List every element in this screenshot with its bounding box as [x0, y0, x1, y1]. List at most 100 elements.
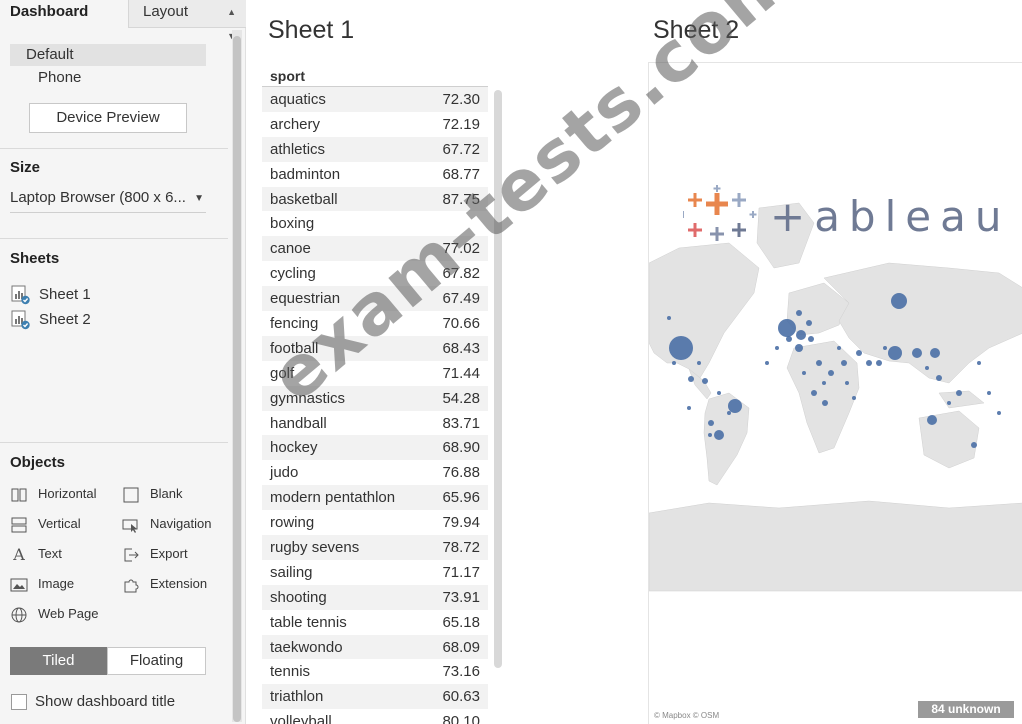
map-marker[interactable] [977, 361, 981, 365]
map-marker[interactable] [822, 381, 826, 385]
object-extension[interactable]: Extension [122, 575, 207, 594]
map-marker[interactable] [876, 360, 882, 366]
tiled-button[interactable]: Tiled [10, 647, 107, 675]
map-marker[interactable] [891, 293, 907, 309]
table-row[interactable]: athletics 67.72 [262, 136, 488, 162]
cell-sport: hockey [270, 439, 318, 457]
map-marker[interactable] [796, 310, 802, 316]
table-row[interactable]: archery 72.19 [262, 112, 488, 137]
map-marker[interactable] [795, 344, 803, 352]
device-default[interactable]: Default [10, 44, 206, 66]
map-marker[interactable] [845, 381, 849, 385]
map-marker[interactable] [672, 361, 676, 365]
map-marker[interactable] [822, 400, 828, 406]
size-selected: Laptop Browser (800 x 6... [10, 189, 186, 206]
chevron-down-icon: ▼ [194, 193, 204, 204]
map-marker[interactable] [765, 361, 769, 365]
sheet-item-1[interactable]: Sheet 1 [11, 285, 91, 307]
object-export[interactable]: Export [122, 545, 188, 564]
map-marker[interactable] [786, 336, 792, 342]
map-marker[interactable] [708, 433, 712, 437]
table-row[interactable]: sailing 71.17 [262, 560, 488, 585]
map-marker[interactable] [778, 319, 796, 337]
map-marker[interactable] [912, 348, 922, 358]
object-navigation[interactable]: Navigation [122, 515, 211, 534]
map-marker[interactable] [727, 411, 731, 415]
object-blank[interactable]: Blank [122, 485, 183, 504]
object-horizontal[interactable]: Horizontal [10, 485, 97, 504]
map-marker[interactable] [997, 411, 1001, 415]
map-marker[interactable] [837, 346, 841, 350]
map-marker[interactable] [883, 346, 887, 350]
map-marker[interactable] [667, 316, 671, 320]
table-row[interactable]: tennis 73.16 [262, 659, 488, 684]
map-marker[interactable] [687, 406, 691, 410]
map-marker[interactable] [947, 401, 951, 405]
scrollbar-thumb[interactable] [233, 36, 241, 722]
map-marker[interactable] [717, 391, 721, 395]
checkbox-icon[interactable] [11, 694, 27, 711]
table-row[interactable]: volleyball 80.10 [262, 709, 488, 724]
map-marker[interactable] [811, 390, 817, 396]
object-text[interactable]: A Text [10, 545, 62, 564]
tab-dashboard[interactable]: Dashboard [0, 0, 128, 28]
unknown-badge[interactable]: 84 unknown [918, 701, 1014, 718]
map-marker[interactable] [930, 348, 940, 358]
table-row[interactable]: triathlon 60.63 [262, 684, 488, 710]
map-marker[interactable] [852, 396, 856, 400]
table-row[interactable]: table tennis 65.18 [262, 610, 488, 635]
map-marker[interactable] [708, 420, 714, 426]
table-row[interactable]: modern pentathlon 65.96 [262, 485, 488, 511]
size-dropdown[interactable]: Laptop Browser (800 x 6... ▼ [10, 187, 206, 213]
table-row[interactable]: judo 76.88 [262, 460, 488, 485]
table-row[interactable]: rowing 79.94 [262, 510, 488, 535]
world-map[interactable]: © Mapbox © OSM 84 unknown [648, 62, 1022, 724]
map-marker[interactable] [971, 442, 977, 448]
map-marker[interactable] [702, 378, 708, 384]
map-marker[interactable] [697, 361, 701, 365]
table-row[interactable]: hockey 68.90 [262, 435, 488, 461]
map-marker[interactable] [816, 360, 822, 366]
map-marker[interactable] [808, 336, 814, 342]
show-dashboard-title-checkbox[interactable]: Show dashboard title [11, 693, 175, 711]
tab-layout[interactable]: Layout ▲▼ [128, 0, 246, 41]
map-marker[interactable] [828, 370, 834, 376]
map-marker[interactable] [936, 375, 942, 381]
map-marker[interactable] [987, 391, 991, 395]
extension-icon [124, 579, 139, 593]
map-marker[interactable] [714, 430, 724, 440]
table-row[interactable]: badminton 68.77 [262, 162, 488, 187]
table-row[interactable]: shooting 73.91 [262, 584, 488, 610]
map-marker[interactable] [866, 360, 872, 366]
map-marker[interactable] [802, 371, 806, 375]
table-row[interactable]: rugby sevens 78.72 [262, 535, 488, 560]
map-marker[interactable] [796, 330, 806, 340]
table-row[interactable]: aquatics 72.30 [262, 87, 488, 112]
object-vertical[interactable]: Vertical [10, 515, 81, 534]
table-row[interactable]: handball 83.71 [262, 411, 488, 436]
objects-title: Objects [10, 454, 66, 471]
map-marker[interactable] [806, 320, 812, 326]
pane-scrollbar[interactable] [232, 30, 242, 722]
cell-sport: cycling [270, 265, 316, 283]
device-phone[interactable]: Phone [38, 67, 81, 88]
object-web-page[interactable]: Web Page [10, 605, 98, 624]
cell-sport: volleyball [270, 713, 332, 724]
map-marker[interactable] [925, 366, 929, 370]
table-row[interactable]: taekwondo 68.09 [262, 634, 488, 660]
map-marker[interactable] [888, 346, 902, 360]
map-marker[interactable] [841, 360, 847, 366]
map-marker[interactable] [856, 350, 862, 356]
object-image[interactable]: Image [10, 575, 74, 594]
sheet-item-2[interactable]: Sheet 2 [11, 310, 91, 332]
land-layer [649, 202, 1022, 592]
map-marker[interactable] [927, 415, 937, 425]
device-preview-button[interactable]: Device Preview [29, 103, 187, 133]
map-marker[interactable] [775, 346, 779, 350]
floating-button[interactable]: Floating [107, 647, 206, 675]
map-marker[interactable] [688, 376, 694, 382]
map-marker[interactable] [669, 336, 693, 360]
column-header-sport[interactable]: sport [270, 68, 305, 84]
map-marker[interactable] [728, 399, 742, 413]
map-marker[interactable] [956, 390, 962, 396]
